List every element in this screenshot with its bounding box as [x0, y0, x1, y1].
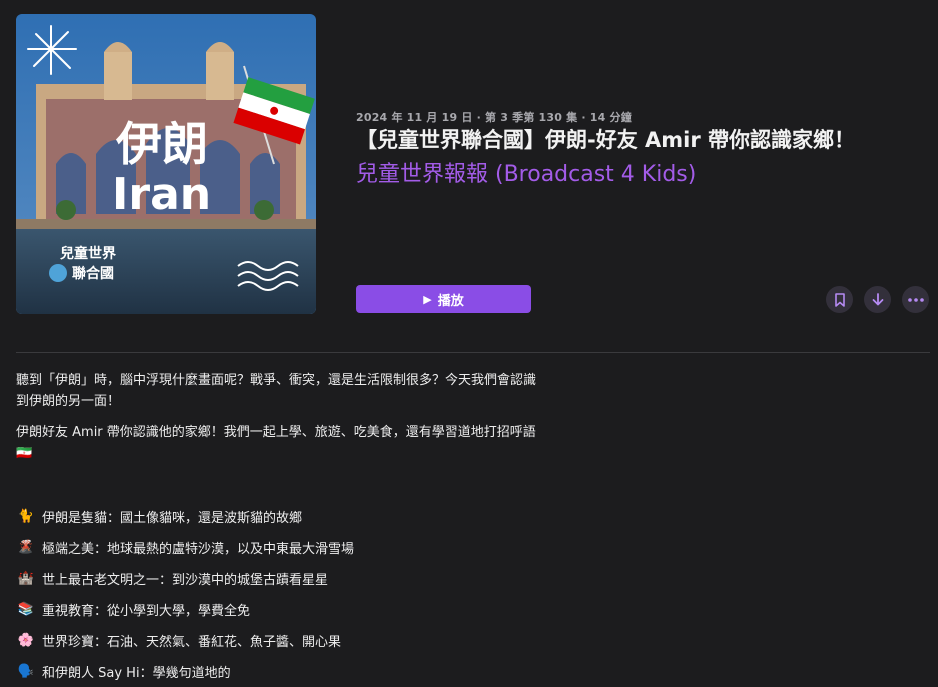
more-icon — [907, 297, 924, 302]
globe-icon — [49, 264, 67, 282]
description-paragraph: 伊朗好友 Amir 帶你認識他的家鄉！我們一起上學、旅遊、吃美食，還有學習道地打… — [16, 425, 536, 461]
play-icon: ▶ — [423, 292, 432, 306]
flower-icon: 🌸 — [17, 633, 35, 648]
download-button[interactable] — [864, 286, 891, 313]
episode-description: 聽到「伊朗」時，腦中浮現什麼畫面呢？戰爭、衝突，還是生活限制很多？今天我們會認識… — [16, 370, 546, 464]
list-item-text: 世上最古老文明之一：到沙漠中的城堡古蹟看星星 — [42, 573, 329, 588]
download-icon — [872, 292, 883, 305]
list-item: 🗣️ 和伊朗人 Say Hi：學幾句道地的 — [16, 656, 354, 687]
cover-badge-line2: 聯合國 — [72, 265, 114, 282]
list-item: 🌋 極端之美：地球最熱的盧特沙漠，以及中東最大滑雪場 — [16, 532, 354, 563]
list-item-text: 伊朗是隻貓：國土像貓咪，還是波斯貓的故鄉 — [42, 511, 303, 526]
list-item-text: 極端之美：地球最熱的盧特沙漠，以及中東最大滑雪場 — [42, 542, 355, 557]
list-item: 📚 重視教育：從小學到大學，學費全免 — [16, 594, 354, 625]
cover-badge-line1: 兒童世界 — [60, 245, 117, 262]
bookmark-icon — [834, 292, 845, 307]
cover-title-en: Iran — [112, 169, 211, 220]
list-item-text: 和伊朗人 Say Hi：學幾句道地的 — [42, 666, 231, 681]
castle-icon: 🏰 — [17, 571, 35, 586]
list-item: 🐈 伊朗是隻貓：國土像貓咪，還是波斯貓的故鄉 — [16, 501, 354, 532]
bookmark-button[interactable] — [826, 286, 853, 313]
list-item-text: 世界珍寶：石油、天然氣、番紅花、魚子醬、開心果 — [42, 635, 342, 650]
episode-cover-art: 伊朗 Iran 兒童世界 聯合國 — [16, 14, 316, 314]
cover-title-cn: 伊朗 — [115, 117, 208, 171]
play-button[interactable]: ▶ 播放 — [356, 285, 531, 313]
books-icon: 📚 — [17, 602, 35, 617]
cat-icon: 🐈 — [17, 509, 35, 524]
list-item-text: 重視教育：從小學到大學，學費全免 — [42, 604, 251, 619]
episode-meta: 2024 年 11 月 19 日 · 第 3 季第 130 集 · 14 分鐘 — [356, 111, 632, 124]
more-button[interactable] — [902, 286, 929, 313]
show-link[interactable]: 兒童世界報報 (Broadcast 4 Kids) — [356, 156, 696, 188]
list-item: 🌸 世界珍寶：石油、天然氣、番紅花、魚子醬、開心果 — [16, 625, 354, 656]
highlight-list: 🐈 伊朗是隻貓：國土像貓咪，還是波斯貓的故鄉 🌋 極端之美：地球最熱的盧特沙漠，… — [16, 501, 354, 687]
divider — [16, 352, 930, 353]
volcano-icon: 🌋 — [17, 540, 35, 555]
play-label: 播放 — [437, 293, 464, 309]
list-item: 🏰 世上最古老文明之一：到沙漠中的城堡古蹟看星星 — [16, 563, 354, 594]
speaking-head-icon: 🗣️ — [17, 664, 35, 679]
description-paragraph: 聽到「伊朗」時，腦中浮現什麼畫面呢？戰爭、衝突，還是生活限制很多？今天我們會認識… — [16, 373, 537, 409]
episode-title: 【兒童世界聯合國】伊朗-好友 Amir 帶你認識家鄉！ — [356, 128, 856, 152]
